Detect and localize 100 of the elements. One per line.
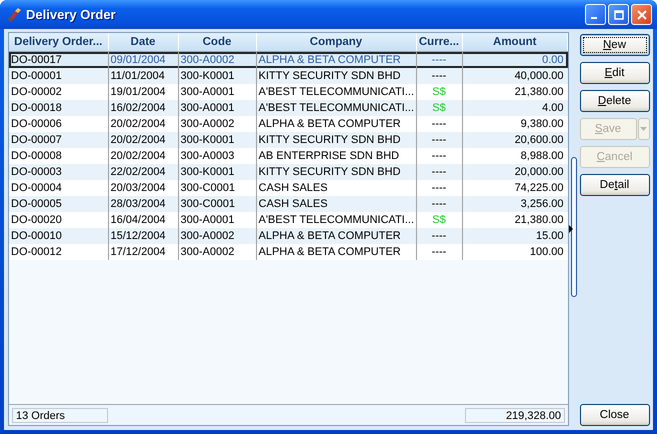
table-cell: DO-00007 <box>9 132 108 148</box>
table-cell: 300-C0001 <box>178 196 256 212</box>
table-cell: A'BEST TELECOMMUNICATI... <box>256 212 416 228</box>
table-cell: 8,988.00 <box>462 148 568 164</box>
table-cell: 15/12/2004 <box>108 228 178 244</box>
close-icon <box>636 10 646 20</box>
maximize-icon <box>614 10 624 20</box>
table-cell: 4.00 <box>462 100 568 116</box>
table-cell: KITTY SECURITY SDN BHD <box>256 68 416 84</box>
expand-arrow-icon[interactable] <box>569 225 573 233</box>
column-header[interactable]: Delivery Order... <box>9 33 108 52</box>
table-cell: 300-A0002 <box>178 244 256 260</box>
table-cell: 19/01/2004 <box>108 84 178 100</box>
action-button[interactable]: Delete <box>580 90 650 112</box>
table-cell: 300-A0002 <box>178 52 256 68</box>
table-cell: DO-00003 <box>9 164 108 180</box>
table-cell: 300-A0001 <box>178 212 256 228</box>
table-cell: ALPHA & BETA COMPUTER <box>256 228 416 244</box>
table-cell: 20,000.00 <box>462 164 568 180</box>
close-dialog-button[interactable]: Close <box>580 404 650 426</box>
action-button[interactable]: Detail <box>580 174 650 196</box>
table-cell: DO-00010 <box>9 228 108 244</box>
table-cell: 100.00 <box>462 244 568 260</box>
column-header[interactable]: Company <box>256 33 416 52</box>
table-cell: 300-A0001 <box>178 100 256 116</box>
order-count: 13 Orders <box>12 408 108 422</box>
table-cell: ---- <box>416 52 462 68</box>
table-cell: 300-K0001 <box>178 164 256 180</box>
total-amount: 219,328.00 <box>465 408 565 422</box>
action-button[interactable]: Edit <box>580 62 650 84</box>
table-cell: ---- <box>416 164 462 180</box>
table-cell: 11/01/2004 <box>108 68 178 84</box>
minimize-button[interactable] <box>585 4 606 25</box>
table-cell: S$ <box>416 100 462 116</box>
table-cell: DO-00020 <box>9 212 108 228</box>
table-cell: S$ <box>416 84 462 100</box>
splitter-handle[interactable] <box>571 157 577 297</box>
table-cell: 300-K0001 <box>178 132 256 148</box>
tools-icon <box>6 6 22 22</box>
table-cell: 09/01/2004 <box>108 52 178 68</box>
table-cell: 21,380.00 <box>462 212 568 228</box>
table-cell: 28/03/2004 <box>108 196 178 212</box>
column-header[interactable]: Code <box>178 33 256 52</box>
table-cell: A'BEST TELECOMMUNICATI... <box>256 84 416 100</box>
table-cell: CASH SALES <box>256 196 416 212</box>
table-cell: 16/04/2004 <box>108 212 178 228</box>
table-cell: 3,256.00 <box>462 196 568 212</box>
table-cell: ALPHA & BETA COMPUTER <box>256 52 416 68</box>
table-cell: ---- <box>416 132 462 148</box>
maximize-button[interactable] <box>608 4 629 25</box>
table-cell: DO-00012 <box>9 244 108 260</box>
table-cell: ALPHA & BETA COMPUTER <box>256 244 416 260</box>
table-cell: DO-00006 <box>9 116 108 132</box>
table-cell: ---- <box>416 68 462 84</box>
caret-icon <box>640 127 647 131</box>
column-header[interactable]: Curre... <box>416 33 462 52</box>
close-button[interactable] <box>631 4 652 25</box>
table-cell: 9,380.00 <box>462 116 568 132</box>
table-cell: 20,600.00 <box>462 132 568 148</box>
table-cell: KITTY SECURITY SDN BHD <box>256 164 416 180</box>
table-cell: AB ENTERPRISE SDN BHD <box>256 148 416 164</box>
table-cell: ---- <box>416 180 462 196</box>
table-cell: 16/02/2004 <box>108 100 178 116</box>
table-cell: 15.00 <box>462 228 568 244</box>
table-cell: CASH SALES <box>256 180 416 196</box>
table-cell: ---- <box>416 148 462 164</box>
table-cell: 21,380.00 <box>462 84 568 100</box>
action-button[interactable]: New <box>580 34 650 56</box>
table-cell: 300-A0002 <box>178 116 256 132</box>
table-cell: 300-A0003 <box>178 148 256 164</box>
column-header[interactable]: Amount <box>462 33 568 52</box>
table-cell: 40,000.00 <box>462 68 568 84</box>
table-cell: A'BEST TELECOMMUNICATI... <box>256 100 416 116</box>
table-cell: ALPHA & BETA COMPUTER <box>256 116 416 132</box>
table-cell: ---- <box>416 228 462 244</box>
table-cell: 20/03/2004 <box>108 180 178 196</box>
table-cell: S$ <box>416 212 462 228</box>
table-cell: DO-00018 <box>9 100 108 116</box>
table-cell: 300-C0001 <box>178 180 256 196</box>
table-cell: DO-00001 <box>9 68 108 84</box>
minimize-icon <box>590 16 596 18</box>
table-cell: 74,225.00 <box>462 180 568 196</box>
table-cell: 20/02/2004 <box>108 116 178 132</box>
table-cell: ---- <box>416 244 462 260</box>
window-title: Delivery Order <box>26 7 117 22</box>
table-cell: 20/02/2004 <box>108 148 178 164</box>
table-cell: ---- <box>416 196 462 212</box>
table-cell: DO-00008 <box>9 148 108 164</box>
table-cell: 22/02/2004 <box>108 164 178 180</box>
table-cell: 300-K0001 <box>178 68 256 84</box>
table-cell: 20/02/2004 <box>108 132 178 148</box>
table-cell: 17/12/2004 <box>108 244 178 260</box>
table-cell: KITTY SECURITY SDN BHD <box>256 132 416 148</box>
table-cell: 300-A0001 <box>178 84 256 100</box>
table-cell: DO-00017 <box>9 52 108 68</box>
table-cell: 300-A0002 <box>178 228 256 244</box>
table-cell: DO-00002 <box>9 84 108 100</box>
column-header[interactable]: Date <box>108 33 178 52</box>
table-cell: ---- <box>416 116 462 132</box>
table-cell: 0.00 <box>462 52 568 68</box>
